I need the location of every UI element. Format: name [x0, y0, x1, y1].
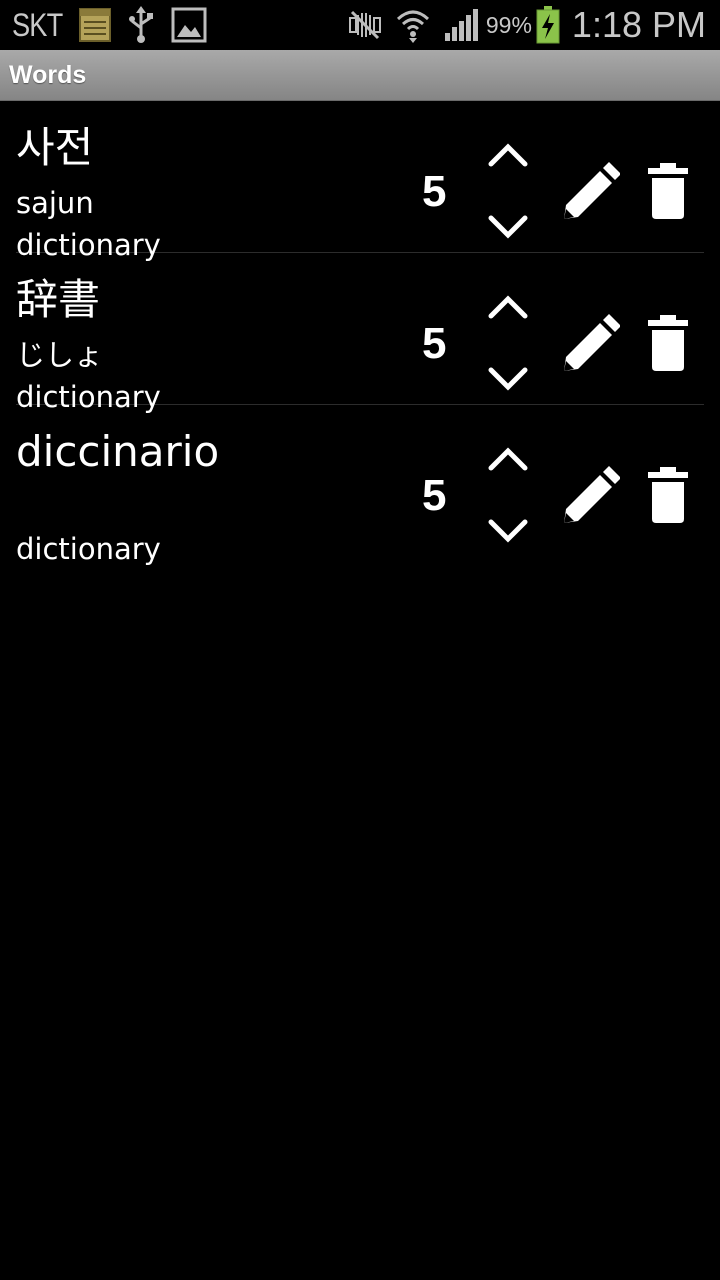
edit-button[interactable]: [556, 159, 620, 223]
pencil-icon: [564, 466, 620, 523]
list-item[interactable]: diccinario dictionary 5: [16, 405, 704, 566]
delete-button[interactable]: [642, 159, 694, 223]
wifi-icon: [396, 7, 430, 43]
page-title: Words: [9, 61, 87, 89]
gallery-icon: [171, 7, 207, 43]
chevron-up-icon: [488, 143, 528, 167]
chevron-down-icon: [488, 215, 528, 239]
pencil-icon: [564, 314, 620, 371]
title-bar: Words: [0, 50, 720, 101]
chevron-down-icon: [488, 519, 528, 543]
meaning-text: dictionary: [16, 532, 161, 566]
list-item[interactable]: 辞書 じしょ dictionary 5: [16, 253, 704, 414]
chevron-up-icon: [488, 295, 528, 319]
chevron-down-icon: [488, 367, 528, 391]
mute-icon: [346, 10, 384, 40]
status-bar: SKT 99% 1:18 PM: [0, 0, 720, 50]
score-value: 5: [422, 167, 447, 216]
trash-icon: [648, 467, 688, 523]
reading-text: じしょ: [16, 338, 104, 372]
list-item[interactable]: 사전 sajun dictionary 5: [16, 101, 704, 262]
decrease-score-button[interactable]: [486, 209, 530, 245]
chevron-up-icon: [488, 447, 528, 471]
score-value: 5: [422, 471, 447, 520]
word-list: 사전 sajun dictionary 5 辞書 じしょ dictionary …: [0, 101, 720, 566]
increase-score-button[interactable]: [486, 289, 530, 325]
edit-button[interactable]: [556, 463, 620, 527]
word-text: diccinario: [16, 427, 220, 476]
battery-charging-icon: [536, 6, 560, 44]
score-value: 5: [422, 319, 447, 368]
word-text: 사전: [16, 123, 94, 172]
decrease-score-button[interactable]: [486, 361, 530, 397]
battery-percent: 99%: [485, 11, 532, 38]
delete-button[interactable]: [642, 463, 694, 527]
clock: 1:18 PM: [571, 4, 706, 45]
carrier-label: SKT: [12, 6, 63, 43]
signal-icon: [444, 9, 478, 41]
notes-icon: [79, 8, 112, 42]
edit-button[interactable]: [556, 311, 620, 375]
trash-icon: [648, 163, 688, 219]
reading-text: sajun: [16, 186, 94, 220]
word-text: 辞書: [16, 275, 101, 324]
increase-score-button[interactable]: [486, 441, 530, 477]
pencil-icon: [564, 162, 620, 219]
increase-score-button[interactable]: [486, 137, 530, 173]
trash-icon: [648, 315, 688, 371]
usb-icon: [127, 6, 155, 44]
delete-button[interactable]: [642, 311, 694, 375]
decrease-score-button[interactable]: [486, 513, 530, 549]
